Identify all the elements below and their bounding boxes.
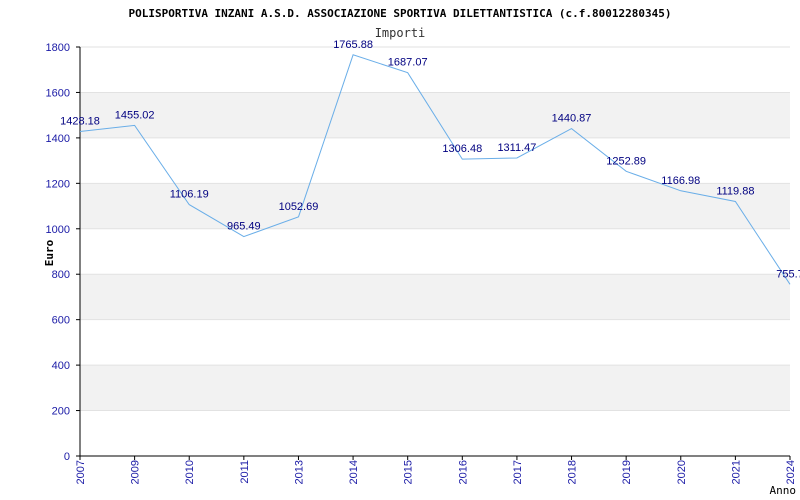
data-label: 1166.98 (661, 175, 700, 187)
series (79, 54, 791, 285)
chart-title: POLISPORTIVA INZANI A.S.D. ASSOCIAZIONE … (128, 7, 671, 20)
y-axis-label: Euro (43, 239, 56, 266)
y-tick-label: 1000 (46, 224, 70, 236)
data-labels: 1428.18 1455.02 1106.19 965.49 1052.69 1765.8… (60, 39, 800, 281)
y-tick-label: 600 (52, 315, 70, 327)
chart-subtitle: Importi (375, 26, 426, 40)
y-tick-label: 800 (52, 269, 70, 281)
x-tick-label: 2021 (730, 460, 742, 484)
grid-bands (80, 92, 790, 411)
x-tick-label: 2011 (239, 460, 251, 484)
data-label: 1455.02 (115, 109, 155, 121)
y-tick-label: 1200 (46, 178, 70, 190)
x-tick-label: 2018 (567, 460, 579, 484)
x-ticks: 2007 2009 2010 2011 2013 2014 2015 2016 2017 2018… (75, 456, 797, 484)
y-tick-label: 1600 (46, 87, 70, 99)
data-label: 1428.18 (60, 115, 100, 127)
x-tick-label: 2020 (676, 460, 688, 484)
x-tick-label: 2009 (130, 460, 142, 484)
y-tick-label: 0 (64, 451, 70, 463)
series-line (79, 54, 791, 285)
x-tick-label: 2010 (184, 460, 196, 484)
data-label: 755.7 (776, 268, 800, 280)
x-tick-label: 2017 (512, 460, 524, 484)
data-label: 1252.89 (606, 155, 646, 167)
x-tick-label: 2024 (785, 460, 797, 484)
data-label: 1311.47 (497, 142, 536, 154)
data-label: 1106.19 (170, 189, 209, 201)
x-tick-label: 2016 (457, 460, 469, 484)
grid-band (80, 365, 790, 411)
grid-band (80, 274, 790, 320)
data-label: 1440.87 (552, 113, 592, 125)
y-tick-label: 400 (52, 360, 70, 372)
x-tick-label: 2014 (348, 460, 360, 484)
x-tick-label: 2019 (621, 460, 633, 484)
y-tick-label: 200 (52, 406, 70, 418)
data-label: 1052.69 (279, 201, 319, 213)
data-label: 965.49 (227, 221, 261, 233)
data-label: 1687.07 (388, 57, 428, 69)
data-label: 1765.88 (333, 39, 373, 51)
chart: 020040060080010001200140016001800 2007 20… (43, 7, 800, 497)
x-tick-label: 2007 (75, 460, 87, 484)
y-tick-label: 1400 (46, 133, 70, 145)
data-label: 1119.88 (716, 186, 754, 198)
data-label: 1306.48 (442, 143, 482, 155)
y-tick-label: 1800 (46, 42, 70, 54)
x-axis-label: Anno (770, 484, 797, 497)
x-tick-label: 2015 (403, 460, 415, 484)
x-tick-label: 2013 (293, 460, 305, 484)
